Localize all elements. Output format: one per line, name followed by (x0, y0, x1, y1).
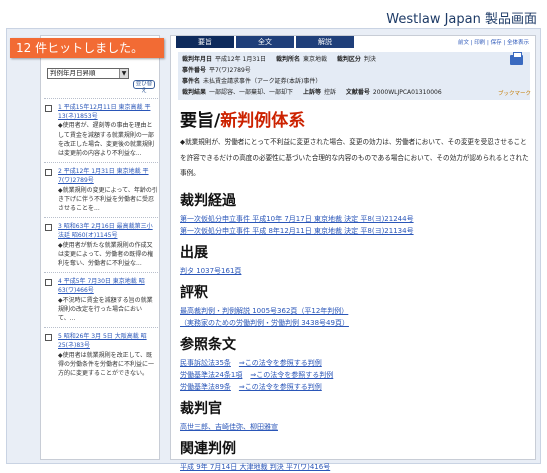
meta-key: 裁判年月日 (182, 56, 213, 63)
statute-row: 民事訴訟法35条 ⇒この法令を参照する判例 (180, 357, 532, 369)
statute-link[interactable]: 労働基準法89条 (180, 383, 231, 391)
meta-key: 裁判所名 (275, 56, 300, 63)
product-caption: Westlaw Japan 製品画面 (386, 12, 537, 27)
result-snippet: ◆不況時に賃金を減額する旨の就業規則の改定を行った場合において、... (58, 296, 153, 323)
select-checkbox[interactable] (45, 169, 52, 177)
commentary-link[interactable]: （実務家のための労働判例・労働判例 3438号49頁） (180, 317, 532, 329)
list-item[interactable]: 5 昭和26年 3月 5日 大阪高裁 昭25(ネ)83号 ◆使用者は就業規則を改… (44, 327, 158, 382)
result-snippet: ◆使用者が、遅刻等の事由を理由として賃金を減額する就業規則の一部を改正した場合、… (58, 122, 155, 158)
related-cases-link[interactable]: ⇒この法令を参照する判例 (250, 371, 333, 379)
chevron-down-icon[interactable]: ▼ (119, 69, 128, 78)
case-metadata: 裁判年月日 平成12年 1月31日 裁判所名 東京地裁 裁判区分 判決 事件番号 平7(… (178, 52, 530, 100)
statute-link[interactable]: 民事訴訟法35条 (180, 359, 231, 367)
judges-link[interactable]: 高世三郎、吉崎佳弥、柳田雅宣 (180, 421, 532, 433)
select-checkbox[interactable] (45, 224, 52, 232)
list-item[interactable]: 4 平成5年 7月30日 東京地裁 昭63(ワ)466号 ◆不況時に賃金を減額す… (44, 272, 158, 327)
meta-row: 事件番号 平7(ワ)2789号 (182, 65, 526, 76)
meta-key: 事件番号 (182, 67, 207, 74)
list-item[interactable]: 1 平成15年12月11日 東京高裁 平13(ネ)1853号 ◆使用者が、遅刻等… (44, 98, 158, 162)
related-cases-link[interactable]: ⇒この法令を参照する判例 (239, 359, 322, 367)
list-item[interactable]: 2 平成12年 1月31日 東京地裁 平7(ワ)2789号 ◆就業規則の変更によ… (44, 162, 158, 217)
section-heading: 参照条文 (180, 336, 236, 353)
meta-key: 上訴等 (302, 89, 321, 96)
select-checkbox[interactable] (45, 334, 52, 342)
result-citation-link[interactable]: 4 平成5年 7月30日 東京地裁 昭63(ワ)466号 (58, 277, 158, 295)
view-tabs: 要旨 全文 解説 (176, 36, 356, 48)
result-snippet: ◆就業規則の変更によって、年齢の引き下げに伴う不利益を労働者に受忍させることを.… (58, 186, 158, 213)
select-checkbox[interactable] (45, 105, 52, 112)
meta-value: 判決 (363, 56, 376, 63)
related-cases-link[interactable]: ⇒この法令を参照する判例 (239, 383, 322, 391)
tab-commentary[interactable]: 解説 (296, 36, 354, 48)
sort-select[interactable]: 判例年月日昇順 ▼ (47, 68, 129, 79)
section-heading: 裁判官 (180, 400, 222, 417)
history-link[interactable]: 第一次仮処分申立事件 平成10年 7月17日 東京地裁 決定 平8(ヨ)2124… (180, 213, 532, 225)
result-snippet: ◆使用者が新たな就業規則の作成又は変更によって、労働者の既得の権利を奪い、労働者… (58, 241, 154, 268)
tab-fulltext[interactable]: 全文 (236, 36, 294, 48)
title-prefix: 要旨/ (180, 111, 221, 131)
tab-summary[interactable]: 要旨 (176, 36, 234, 48)
result-citation-link[interactable]: 3 昭和63年 2月16日 最高裁第三小法廷 昭60(オ)1145号 (58, 222, 158, 240)
select-checkbox[interactable] (45, 279, 52, 287)
summary-text: ◆就業規則が、労働者にとって不利益に変更された場合、変更の効力は、労働者において… (180, 138, 529, 177)
sort-button[interactable]: 並び替え (133, 80, 155, 94)
meta-key: 裁判結果 (182, 89, 207, 96)
print-icon[interactable] (510, 52, 523, 65)
meta-value: 平7(ワ)2789号 (209, 67, 251, 74)
statute-link[interactable]: 労働基準法24条1項 (180, 371, 242, 379)
history-link[interactable]: 第一次仮処分申立事件 平成 8年12月11日 東京地裁 決定 平8(ヨ)2113… (180, 225, 532, 237)
section-heading: 裁判経過 (180, 192, 236, 209)
meta-row: 裁判結果 一部認容、一部棄却、一部却下 上訴等 控訴 文献番号 2000WLJPCA0… (182, 87, 526, 98)
section-heading: 出展 (180, 244, 208, 261)
document-actions[interactable]: 前文 | 印刷 | 保存 | 全体表示 (458, 38, 529, 46)
source-link[interactable]: 判タ 1037号161頁 (180, 265, 532, 277)
meta-value: 控訴 (323, 89, 336, 96)
statute-row: 労働基準法89条 ⇒この法令を参照する判例 (180, 381, 532, 393)
result-citation-link[interactable]: 2 平成12年 1月31日 東京地裁 平7(ワ)2789号 (58, 167, 158, 185)
meta-value: 2000WLJPCA01310006 (372, 89, 442, 96)
hit-count-badge: 12 件ヒットしました。 (10, 38, 164, 58)
meta-value: 一部認容、一部棄却、一部却下 (209, 89, 294, 96)
meta-row: 事件名 未払賃金請求事件（アーク証券(本訴)事件） (182, 76, 526, 87)
result-snippet: ◆使用者は就業規則を改正して、既得の労働条件を労働者に不利益に一方的に変更するこ… (58, 351, 155, 378)
bookmark-link[interactable]: ブックマーク (498, 89, 531, 97)
result-citation-link[interactable]: 1 平成15年12月11日 東京高裁 平13(ネ)1853号 (58, 103, 158, 121)
title-red: 新判例体系 (220, 111, 306, 131)
meta-value: 東京地裁 (302, 56, 327, 63)
statute-row: 労働基準法24条1項 ⇒この法令を参照する判例 (180, 369, 532, 381)
commentary-link[interactable]: 最高裁判例・判例解説 1005号362頁（平12年判例） (180, 305, 532, 317)
meta-key: 裁判区分 (336, 56, 361, 63)
meta-row: 裁判年月日 平成12年 1月31日 裁判所名 東京地裁 裁判区分 判決 (182, 54, 526, 65)
list-item[interactable]: 3 昭和63年 2月16日 最高裁第三小法廷 昭60(オ)1145号 ◆使用者が… (44, 217, 158, 272)
meta-value: 未払賃金請求事件（アーク証券(本訴)事件） (203, 78, 322, 85)
meta-key: 文献番号 (345, 89, 370, 96)
section-heading: 評釈 (180, 284, 208, 301)
document-content: 要旨/新判例体系 ◆就業規則が、労働者にとって不利益に変更された場合、変更の効力… (180, 106, 532, 473)
meta-key: 事件名 (182, 78, 201, 85)
section-heading: 関連判例 (180, 440, 236, 457)
sort-select-value: 判例年月日昇順 (50, 69, 96, 77)
page-title: 要旨/新判例体系 (180, 106, 532, 131)
meta-value: 平成12年 1月31日 (215, 56, 267, 63)
result-citation-link[interactable]: 5 昭和26年 3月 5日 大阪高裁 昭25(ネ)83号 (58, 332, 158, 350)
results-list: 1 平成15年12月11日 東京高裁 平13(ネ)1853号 ◆使用者が、遅刻等… (44, 98, 158, 382)
